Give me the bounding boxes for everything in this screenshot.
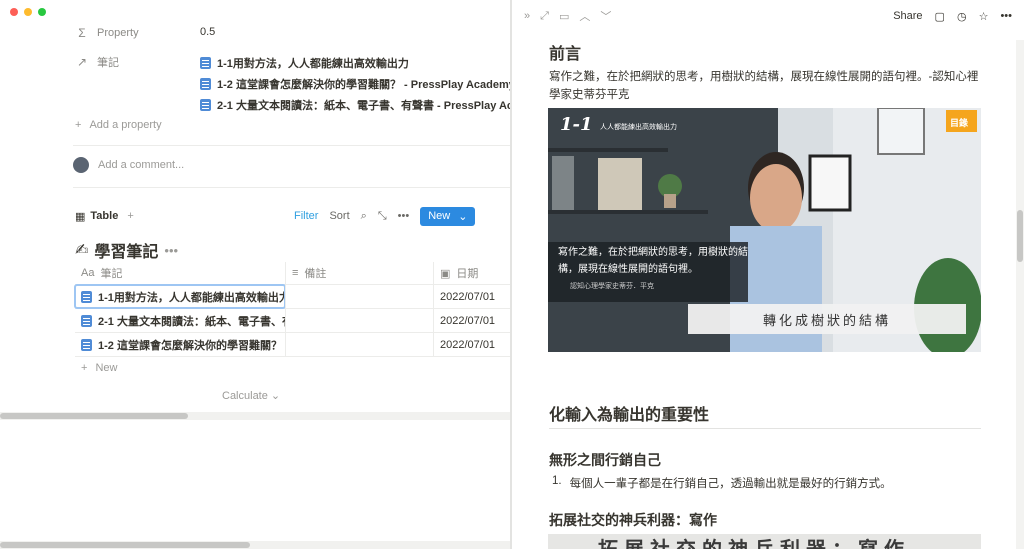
- lines-icon: ≡: [292, 267, 299, 279]
- heading-preface: 前言: [549, 46, 582, 63]
- column-header-note[interactable]: ≡ 備註: [285, 262, 433, 284]
- text-type-icon: Aa: [81, 267, 95, 279]
- video-quote-source: 認知心理學家史蒂芬．平克: [570, 283, 654, 290]
- more-icon[interactable]: •••: [398, 210, 410, 222]
- divider: [549, 428, 981, 429]
- close-peek-icon[interactable]: »: [524, 10, 530, 22]
- preface-paragraph: 寫作之難，在於把網狀的思考，用樹狀的結構，展現在線性展開的語句裡。-認知心裡學家…: [549, 71, 979, 101]
- episode-subtitle: 人人都能練出高效輸出力: [600, 124, 677, 131]
- close-window-button[interactable]: [10, 8, 18, 16]
- relation-item[interactable]: 1-2 這堂課會怎麼解決你的學習難關？ - PressPlay Academy …: [200, 73, 510, 94]
- expand-icon[interactable]: ⤡: [378, 210, 387, 223]
- table-header: Aa 筆記 ≡ 備註 ▣ 日期: [75, 262, 510, 285]
- sort-button[interactable]: Sort: [329, 210, 349, 222]
- relation-list: 1-1用對方法，人人都能練出高效輸出力 1-2 這堂課會怎麼解決你的學習難關？ …: [200, 52, 510, 115]
- video-quote: 寫作之難，在於把網狀的思考，用樹狀的結構，展現在線性展開的語句裡。: [558, 247, 748, 275]
- relation-item[interactable]: 2-1 大量文本閱讀法：紙本、電子書、有聲書 - PressPlay Acad: [200, 94, 510, 115]
- image-banner: 拓展社交的神兵利器：寫作: [548, 534, 981, 549]
- maximize-window-button[interactable]: [38, 8, 46, 16]
- table-row[interactable]: 1-2 這堂課會怎麼解決你的學習難關？ - 2022/07/01: [75, 333, 510, 357]
- relation-item[interactable]: 1-1用對方法，人人都能練出高效輸出力: [200, 52, 510, 73]
- peek-topbar: » ⤢ ▭ ︿ ﹀ Share ▢ ◷ ☆ •••: [512, 0, 1024, 32]
- sigma-icon: Σ: [78, 26, 86, 40]
- relation-arrow-icon: ↗: [76, 55, 88, 69]
- plus-icon: +: [75, 119, 82, 131]
- divider: [73, 145, 510, 146]
- expand-icon[interactable]: ⤢: [540, 10, 549, 23]
- tab-table[interactable]: ▦ Table: [75, 210, 118, 223]
- table-row[interactable]: 1-1用對方法，人人都能練出高效輸出力 2022/07/01: [74, 284, 510, 309]
- plus-icon: +: [81, 362, 88, 374]
- video-thumbnail[interactable]: 1-1 人人都能練出高效輸出力 目錄 寫作之難，在於把網狀的思考，用樹狀的結構，…: [548, 108, 981, 352]
- side-peek-icon[interactable]: ▭: [559, 10, 569, 23]
- star-icon[interactable]: ☆: [979, 10, 989, 23]
- notion-window: Σ Property 0.5 ↗ 筆記 1-1用對方法，人人都能練出高效輸出力 1-…: [0, 0, 1024, 549]
- table-horizontal-scrollbar[interactable]: [0, 412, 510, 420]
- chevron-down-icon[interactable]: ⌄: [458, 210, 467, 223]
- video-caption: 轉化成樹狀的結構: [762, 314, 891, 329]
- list-item: 1. 每個人一輩子都是在行銷自己，透過輸出就是最好的行銷方式。: [552, 475, 892, 490]
- avatar: [73, 157, 89, 173]
- vertical-scrollbar[interactable]: [1016, 40, 1024, 549]
- comment-icon[interactable]: ▢: [935, 10, 945, 23]
- calculate-button[interactable]: Calculate ⌄: [222, 389, 280, 402]
- window-controls: [10, 8, 46, 16]
- more-icon[interactable]: •••: [1000, 10, 1012, 22]
- property-value[interactable]: 0.5: [200, 26, 215, 38]
- page-icon: [200, 77, 211, 90]
- more-icon[interactable]: •••: [164, 243, 178, 258]
- add-comment-input[interactable]: Add a comment...: [73, 157, 184, 173]
- clock-icon[interactable]: ◷: [957, 10, 967, 23]
- property-label: Property: [97, 27, 139, 39]
- search-icon[interactable]: ⌕: [361, 210, 367, 223]
- calendar-icon: ▣: [440, 267, 451, 280]
- database-toolbar: ▦ Table + Filter Sort ⌕ ⤡ ••• New ⌄: [75, 205, 510, 227]
- writing-hand-icon: ✍: [75, 242, 89, 259]
- column-header-name[interactable]: Aa 筆記: [75, 265, 285, 281]
- new-row-button[interactable]: + New: [75, 357, 510, 379]
- filter-button[interactable]: Filter: [294, 210, 318, 222]
- table-row[interactable]: 2-1 大量文本閱讀法：紙本、電子書、有 2022/07/01: [75, 309, 510, 333]
- page-icon: [200, 98, 211, 111]
- chevron-down-icon: ⌄: [270, 390, 281, 402]
- add-view-icon[interactable]: +: [127, 210, 133, 222]
- table-icon: ▦: [75, 210, 86, 223]
- chevron-down-icon[interactable]: ﹀: [600, 8, 611, 24]
- page-horizontal-scrollbar[interactable]: [0, 541, 510, 549]
- page-icon: [81, 290, 92, 303]
- share-button[interactable]: Share: [893, 10, 922, 22]
- new-button[interactable]: New ⌄: [420, 206, 476, 226]
- peek-page-pane: » ⤢ ▭ ︿ ﹀ Share ▢ ◷ ☆ ••• 前言 寫作之難，在於把網狀的…: [512, 0, 1024, 549]
- property-label: 筆記: [97, 57, 119, 69]
- page-icon: [81, 338, 92, 351]
- chevron-up-icon[interactable]: ︿: [579, 8, 590, 24]
- page-icon: [81, 314, 92, 327]
- page-properties-pane: Σ Property 0.5 ↗ 筆記 1-1用對方法，人人都能練出高效輸出力 1-…: [0, 0, 510, 549]
- divider: [73, 187, 510, 188]
- property-row-number[interactable]: Σ Property 0.5: [75, 26, 215, 40]
- column-header-date[interactable]: ▣ 日期: [433, 262, 510, 284]
- database-title[interactable]: ✍ 學習筆記 •••: [75, 238, 178, 262]
- heading-invisible-marketing: 無形之間行銷自己: [549, 452, 661, 468]
- heading-social-writing: 拓展社交的神兵利器：寫作: [549, 512, 717, 528]
- toc-badge[interactable]: 目錄: [950, 116, 968, 129]
- database-table: Aa 筆記 ≡ 備註 ▣ 日期 1-1用對方法，人人都能練出高效輸出力 2022/07…: [74, 262, 510, 379]
- list-number: 1.: [552, 475, 562, 487]
- minimize-window-button[interactable]: [24, 8, 32, 16]
- property-row-relation[interactable]: ↗ 筆記: [75, 54, 200, 70]
- add-property-button[interactable]: + Add a property: [75, 119, 162, 131]
- episode-badge: 1-1: [560, 114, 593, 135]
- page-icon: [200, 56, 211, 69]
- heading-output: 化輸入為輸出的重要性: [549, 407, 710, 424]
